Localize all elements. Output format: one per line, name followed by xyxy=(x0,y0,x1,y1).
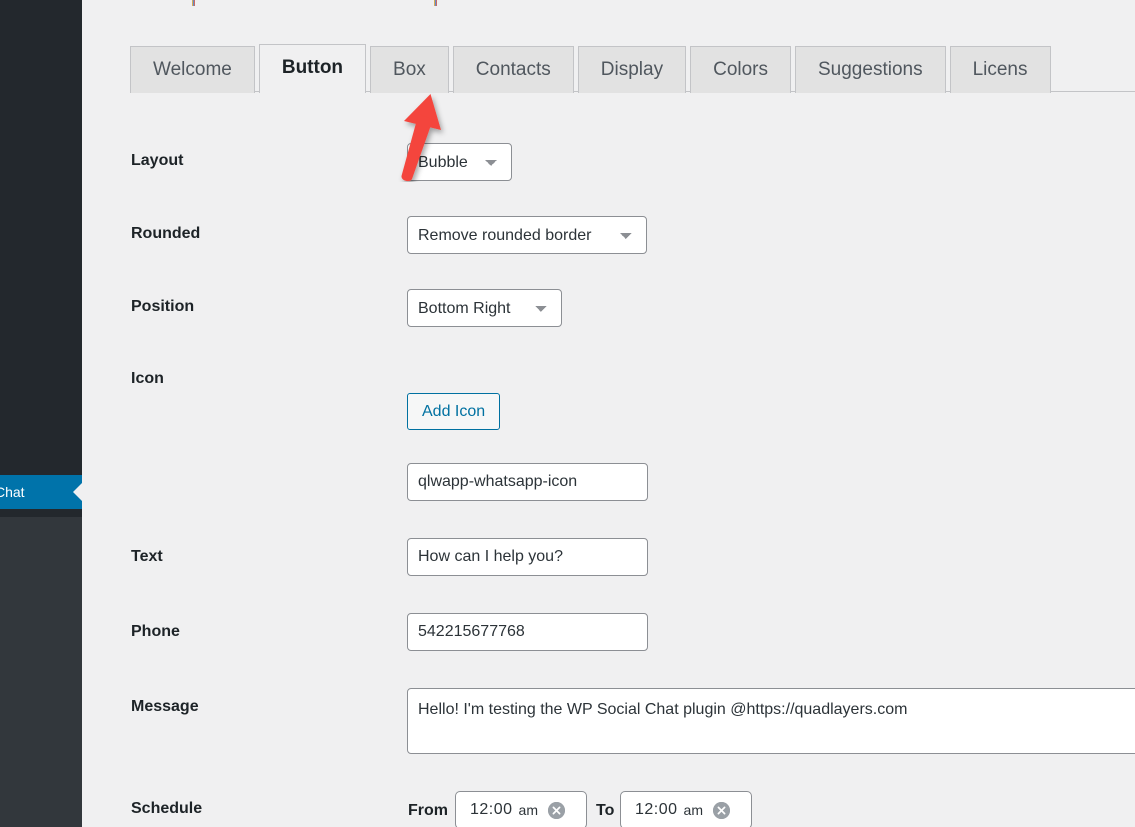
sidebar-item-label: l Chat xyxy=(0,484,25,500)
sidebar-item-label: ts xyxy=(0,192,82,226)
message-field xyxy=(407,688,1135,759)
tab-license[interactable]: Licens xyxy=(949,46,1051,93)
label-position: Position xyxy=(131,298,195,315)
schedule-from-clear-icon[interactable] xyxy=(548,801,565,819)
icon-value-field xyxy=(407,463,648,501)
schedule-from-meridiem: am xyxy=(518,802,538,818)
schedule-to-meridiem: am xyxy=(683,802,703,818)
clipped-heading-fragment xyxy=(434,0,437,6)
label-icon: Icon xyxy=(131,370,164,387)
sidebar-item-2[interactable]: ce xyxy=(0,249,82,283)
label-schedule: Schedule xyxy=(131,800,203,817)
tab-suggestions[interactable]: Suggestions xyxy=(795,46,946,93)
schedule-to-clear-icon[interactable] xyxy=(713,801,730,819)
sidebar-filler xyxy=(0,517,82,827)
label-rounded: Rounded xyxy=(131,225,201,242)
clipped-heading-fragment xyxy=(192,0,195,6)
message-textarea[interactable] xyxy=(407,688,1135,754)
admin-sidebar: k ts ce l Chat xyxy=(0,0,82,827)
tab-display[interactable]: Display xyxy=(577,46,687,93)
position-field: Bottom Right xyxy=(407,289,562,327)
tab-bar: Welcome Button Box Contacts Display Colors Sug… xyxy=(130,44,1055,93)
tab-colors[interactable]: Colors xyxy=(690,46,791,93)
sidebar-item-label: ce xyxy=(0,249,82,283)
tab-welcome[interactable]: Welcome xyxy=(130,46,255,93)
schedule-from-time: 12:00 xyxy=(470,801,513,818)
icon-button-field: Add Icon xyxy=(407,393,501,431)
schedule-to-timepicker[interactable]: 12:00 am xyxy=(620,791,752,827)
layout-select[interactable]: Bubble xyxy=(407,143,512,181)
sidebar-item-0[interactable]: k xyxy=(0,52,82,86)
sidebar-item-1[interactable]: ts xyxy=(0,192,82,226)
rounded-field: Remove rounded border xyxy=(407,216,647,254)
rounded-select[interactable]: Remove rounded border xyxy=(407,216,647,254)
phone-field xyxy=(407,613,648,651)
sidebar-item-social-chat[interactable]: l Chat xyxy=(0,475,82,509)
tab-box[interactable]: Box xyxy=(370,46,449,93)
tab-button[interactable]: Button xyxy=(258,44,367,93)
text-field xyxy=(407,538,648,576)
label-layout: Layout xyxy=(131,152,184,169)
schedule-from-timepicker[interactable]: 12:00 am xyxy=(455,791,587,827)
screen: k ts ce l Chat WelcomeButtonBoxContactsD… xyxy=(0,0,1135,827)
schedule-to-time: 12:00 xyxy=(635,801,678,818)
tab-contacts[interactable]: Contacts xyxy=(452,46,574,93)
schedule-to-label: To xyxy=(596,802,615,819)
layout-field: Bubble xyxy=(407,143,512,181)
button-text-input[interactable] xyxy=(407,538,648,576)
sidebar-item-label: k xyxy=(0,52,82,86)
phone-input[interactable] xyxy=(407,613,648,651)
add-icon-button[interactable]: Add Icon xyxy=(407,393,501,431)
label-text: Text xyxy=(131,548,163,565)
sidebar-current-arrow-icon xyxy=(73,483,82,501)
settings-panel: Welcome Button Box Contacts Display Colors Sug… xyxy=(82,0,1135,827)
label-message: Message xyxy=(131,698,199,715)
icon-class-input[interactable] xyxy=(407,463,648,501)
position-select[interactable]: Bottom Right xyxy=(407,289,562,327)
label-phone: Phone xyxy=(131,623,180,640)
schedule-from-label: From xyxy=(408,802,448,819)
